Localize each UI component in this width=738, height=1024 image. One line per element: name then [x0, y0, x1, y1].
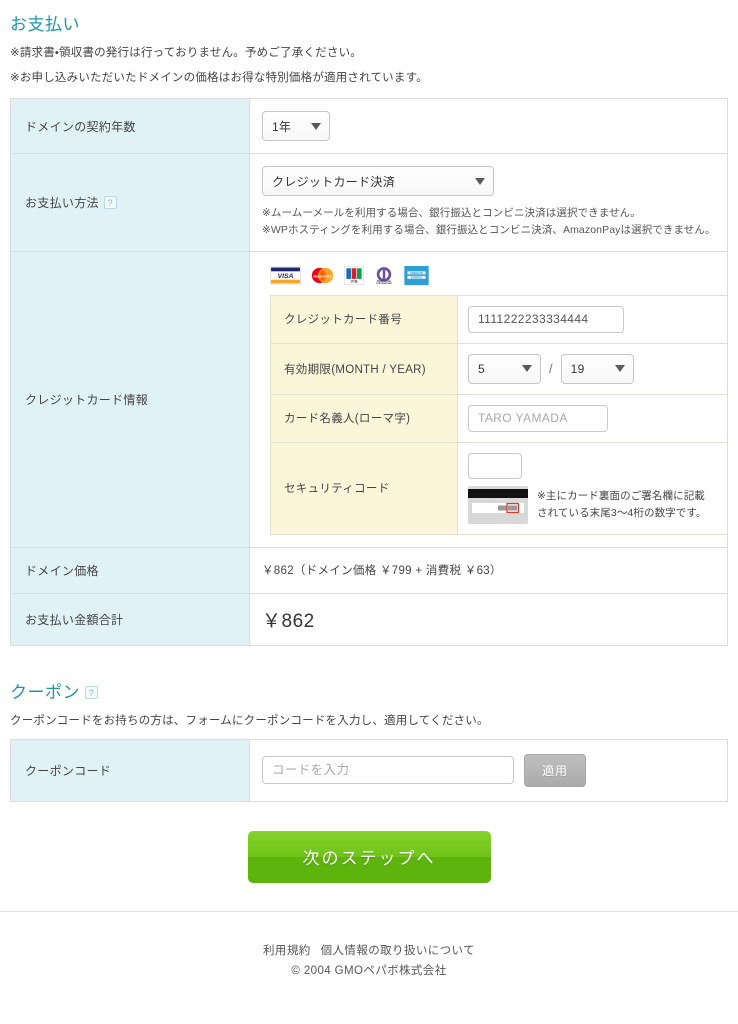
expiry-month-value: 5	[478, 361, 485, 376]
expiry-year-select[interactable]: 19	[560, 353, 634, 384]
security-code-input[interactable]	[468, 452, 522, 479]
total-value: ￥862	[262, 610, 315, 632]
coupon-title: クーポン?	[0, 668, 738, 703]
label-security-code: セキュリティコード	[270, 441, 458, 535]
table-row-card-expiry: 有効期限(MONTH / YEAR) 5 / 19	[270, 342, 728, 395]
coupon-title-text: クーポン	[10, 682, 80, 702]
table-row-coupon-code: クーポンコード 適用	[10, 738, 728, 802]
svg-text:VISA: VISA	[278, 273, 294, 280]
chevron-down-icon	[522, 365, 532, 373]
next-step-button[interactable]: 次のステップへ	[247, 830, 491, 883]
page-title: お支払い	[10, 15, 80, 34]
coupon-code-input[interactable]	[262, 756, 514, 785]
payment-table: ドメインの契約年数 1年 お支払い方法? クレジットカード決済 ※ムームーメール…	[10, 98, 728, 646]
payment-note-2: ※お申し込みいただいたドメインの価格はお得な特別価格が適用されています。	[10, 72, 428, 84]
contract-term-select[interactable]: 1年	[262, 111, 330, 141]
expiry-year-value: 19	[570, 361, 585, 376]
coupon-description: クーポンコードをお持ちの方は、フォームにクーポンコードを入力し、適用してください…	[10, 714, 489, 727]
chevron-down-icon	[475, 177, 485, 185]
payment-method-select[interactable]: クレジットカード決済	[262, 166, 494, 196]
label-payment-method: お支払い方法?	[10, 153, 250, 252]
cell-domain-price: ￥862（ドメイン価格 ￥799 + 消費税 ￥63）	[249, 546, 728, 594]
security-code-hint-2: されている末尾3〜4桁の数字です。	[537, 506, 707, 519]
cell-contract-term: 1年	[249, 98, 728, 154]
security-code-group: ※主にカード裏面のご署名欄に記載 されている末尾3〜4桁の数字です。	[468, 452, 719, 524]
domain-price-value: ￥862（ドメイン価格 ￥799 + 消費税 ￥63）	[262, 565, 502, 578]
table-row-total: お支払い金額合計 ￥862	[10, 592, 728, 646]
card-number-input[interactable]	[468, 305, 624, 333]
svg-text:EXPRESS: EXPRESS	[411, 276, 423, 279]
table-row-domain-price: ドメイン価格 ￥862（ドメイン価格 ￥799 + 消費税 ￥63）	[10, 546, 728, 594]
cell-card-expiry: 5 / 19	[457, 342, 728, 395]
table-row-payment-method: お支払い方法? クレジットカード決済 ※ムームーメールを利用する場合、銀行振込と…	[10, 153, 728, 252]
cell-credit-card: VISA MasterCard JCB Diners Club Internat…	[249, 250, 728, 548]
svg-text:JCB: JCB	[351, 279, 358, 283]
label-card-expiry: 有効期限(MONTH / YEAR)	[270, 342, 458, 395]
label-credit-card-info: クレジットカード情報	[10, 250, 250, 548]
card-holder-input[interactable]	[468, 404, 608, 432]
table-row-card-number: クレジットカード番号	[270, 294, 728, 344]
payment-method-note-1: ※ムームーメールを利用する場合、銀行振込とコンビニ決済は選択できません。	[262, 207, 641, 219]
security-code-help: ※主にカード裏面のご署名欄に記載 されている末尾3〜4桁の数字です。	[468, 485, 719, 524]
chevron-down-icon	[614, 365, 625, 373]
security-code-hint-1: ※主にカード裏面のご署名欄に記載	[537, 490, 705, 503]
question-icon[interactable]: ?	[85, 685, 98, 699]
label-payment-method-text: お支払い方法	[25, 195, 99, 210]
cell-total: ￥862	[249, 592, 728, 646]
footer-link-privacy[interactable]: 個人情報の取り扱いについて	[321, 945, 475, 957]
card-brand-logos: VISA MasterCard JCB Diners Club Internat…	[270, 265, 717, 285]
footer-links: 利用規約 個人情報の取り扱いについて	[0, 941, 738, 961]
expiry-controls: 5 / 19	[468, 353, 719, 384]
svg-text:International: International	[376, 282, 391, 285]
footer: 利用規約 個人情報の取り扱いについて © 2004 GMOペパボ株式会社	[0, 912, 738, 981]
table-row-credit-card: クレジットカード情報 VISA MasterCard JCB Diners Cl…	[10, 250, 728, 548]
label-card-number: クレジットカード番号	[270, 294, 458, 344]
security-code-hint: ※主にカード裏面のご署名欄に記載 されている末尾3〜4桁の数字です。	[537, 488, 707, 521]
label-domain-price: ドメイン価格	[10, 546, 250, 594]
coupon-table: クーポンコード 適用	[10, 738, 728, 802]
cell-coupon-code: 適用	[249, 738, 728, 802]
payment-method-note-2: ※WPホスティングを利用する場合、銀行振込とコンビニ決済、AmazonPayは選…	[262, 223, 716, 236]
cell-card-holder	[457, 393, 728, 443]
coupon-section-header: クーポン?	[0, 646, 738, 703]
footer-copyright: © 2004 GMOペパボ株式会社	[291, 964, 447, 977]
payment-method-value: クレジットカード決済	[272, 174, 396, 189]
table-row-card-holder: カード名義人(ローマ字)	[270, 393, 728, 443]
cell-card-number	[457, 294, 728, 344]
question-icon[interactable]: ?	[103, 196, 117, 210]
coupon-input-group: 適用	[262, 753, 717, 787]
american-express-logo: AMERICAN EXPRESS	[404, 265, 429, 285]
jcb-logo: JCB	[344, 265, 364, 285]
submit-area: 次のステップへ	[0, 830, 738, 883]
label-card-holder: カード名義人(ローマ字)	[270, 393, 458, 443]
expiry-month-select[interactable]: 5	[468, 353, 541, 384]
apply-coupon-button[interactable]: 適用	[524, 753, 587, 787]
label-coupon-code: クーポンコード	[10, 738, 250, 802]
cell-security-code: ※主にカード裏面のご署名欄に記載 されている末尾3〜4桁の数字です。	[457, 441, 728, 535]
expiry-separator: /	[549, 361, 553, 377]
label-total: お支払い金額合計	[10, 592, 250, 646]
payment-note-1: ※請求書・領収書の発行は行っておりません。予めご了承ください。	[10, 47, 362, 59]
chevron-down-icon	[311, 122, 321, 130]
visa-logo: VISA	[270, 265, 301, 285]
svg-text:MasterCard: MasterCard	[313, 274, 331, 278]
footer-link-terms[interactable]: 利用規約	[263, 945, 311, 957]
mastercard-logo: MasterCard	[309, 265, 336, 285]
payment-page: お支払い ※請求書・領収書の発行は行っておりません。予めご了承ください。 ※お申…	[0, 0, 738, 1024]
payment-method-notes: ※ムームーメールを利用する場合、銀行振込とコンビニ決済は選択できません。 ※WP…	[262, 205, 717, 239]
card-back-icon	[468, 485, 528, 524]
cell-payment-method: クレジットカード決済 ※ムームーメールを利用する場合、銀行振込とコンビニ決済は選…	[249, 153, 728, 252]
credit-card-detail-table: クレジットカード番号 有効期限(MONTH / YEAR)	[270, 294, 728, 535]
contract-term-value: 1年	[272, 119, 292, 134]
table-row-contract-term: ドメインの契約年数 1年	[10, 98, 728, 154]
label-contract-term: ドメインの契約年数	[10, 98, 250, 154]
diners-club-logo: Diners Club International	[372, 265, 396, 285]
svg-text:AMERICAN: AMERICAN	[410, 271, 423, 274]
table-row-security-code: セキュリティコード ※主にカード裏面のご署名欄に記載 されている末尾3〜4桁の数…	[270, 441, 728, 535]
